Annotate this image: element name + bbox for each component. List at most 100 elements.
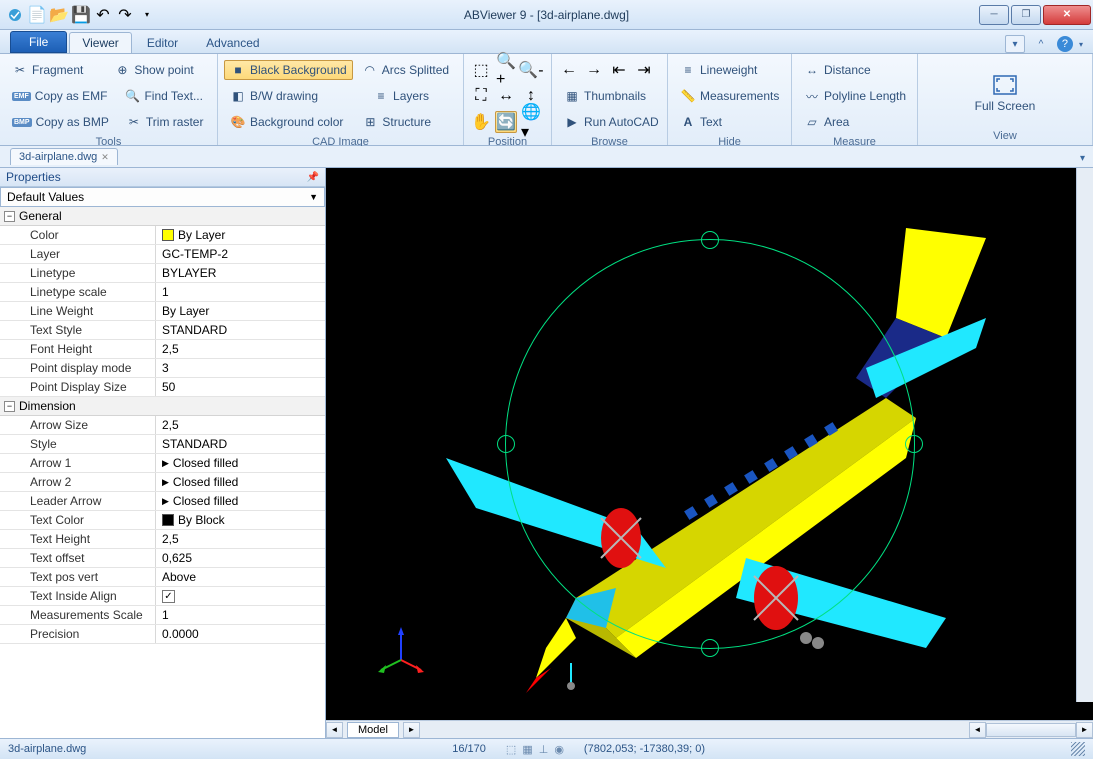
view-dropdown-icon[interactable]: 🌐▾ [520,111,542,133]
structure-button[interactable]: ⊞Structure [356,112,437,132]
tab-dropdown-icon[interactable]: ▾ [1080,153,1085,164]
property-row[interactable]: Text StyleSTANDARD [0,321,325,340]
hscroll-left-icon[interactable]: ◄ [969,722,986,738]
property-row[interactable]: Linetype scale1 [0,283,325,302]
property-value[interactable]: 50 [156,378,325,396]
fit-width-icon[interactable]: ↔ [495,85,517,107]
prev-icon[interactable]: ← [558,59,580,81]
property-row[interactable]: Leader Arrow▶Closed filled [0,492,325,511]
tab-scroll-right-icon[interactable]: ► [403,722,420,738]
property-value[interactable]: 0.0000 [156,625,325,643]
bw-drawing-button[interactable]: ◧B/W drawing [224,86,324,106]
file-menu[interactable]: File [10,31,67,53]
undo-icon[interactable]: ↶ [94,6,112,24]
measurements-button[interactable]: 📏Measurements [674,86,785,106]
model-tab[interactable]: Model [347,722,399,738]
collapse-ribbon-icon[interactable]: ^ [1031,35,1051,53]
property-value[interactable]: Above [156,568,325,586]
property-row[interactable]: Measurements Scale1 [0,606,325,625]
property-value[interactable]: ▶Closed filled [156,454,325,472]
section-dimension[interactable]: − Dimension [0,397,325,416]
properties-combo[interactable]: Default Values ▼ [0,187,325,207]
vertical-scrollbar[interactable] [1076,168,1093,702]
show-point-button[interactable]: ⊕Show point [108,60,199,80]
property-row[interactable]: ColorBy Layer [0,226,325,245]
property-value[interactable]: BYLAYER [156,264,325,282]
property-value[interactable]: ▶Closed filled [156,492,325,510]
property-value[interactable]: By Block [156,511,325,529]
viewport-3d[interactable] [326,168,1093,720]
tab-advanced[interactable]: Advanced [193,32,272,53]
property-row[interactable]: Text ColorBy Block [0,511,325,530]
area-button[interactable]: ▱Area [798,112,855,132]
maximize-button[interactable]: ❐ [1011,5,1041,25]
find-text-button[interactable]: 🔍Find Text... [118,86,208,106]
resize-grip[interactable] [1071,742,1085,756]
grid-icon[interactable]: ▦ [522,743,532,756]
property-row[interactable]: Font Height2,5 [0,340,325,359]
snap-icon[interactable]: ⬚ [506,743,516,756]
first-icon[interactable]: ⇤ [608,59,630,81]
checkbox[interactable]: ✓ [162,590,175,603]
copy-bmp-button[interactable]: BMPCopy as BMP [6,113,115,131]
black-background-button[interactable]: ■Black Background [224,60,353,80]
property-row[interactable]: Text Height2,5 [0,530,325,549]
zoom-in-icon[interactable]: 🔍+ [495,59,517,81]
lineweight-button[interactable]: ≡Lineweight [674,60,763,80]
property-row[interactable]: LayerGC-TEMP-2 [0,245,325,264]
hscroll-right-icon[interactable]: ► [1076,722,1093,738]
hide-text-button[interactable]: AText [674,112,728,132]
property-value[interactable]: By Layer [156,226,325,244]
property-row[interactable]: Line WeightBy Layer [0,302,325,321]
property-value[interactable]: 1 [156,283,325,301]
property-value[interactable]: By Layer [156,302,325,320]
doc-tab-active[interactable]: 3d-airplane.dwg ✕ [10,148,118,165]
property-value[interactable]: ▶Closed filled [156,473,325,491]
property-row[interactable]: Precision0.0000 [0,625,325,644]
property-row[interactable]: Text offset0,625 [0,549,325,568]
property-value[interactable]: 1 [156,606,325,624]
property-row[interactable]: Point Display Size50 [0,378,325,397]
property-row[interactable]: Point display mode3 [0,359,325,378]
next-icon[interactable]: → [583,59,605,81]
property-value[interactable]: 2,5 [156,530,325,548]
arcs-splitted-button[interactable]: ◠Arcs Splitted [356,60,455,80]
property-row[interactable]: StyleSTANDARD [0,435,325,454]
copy-emf-button[interactable]: EMFCopy as EMF [6,87,113,105]
section-general[interactable]: − General [0,207,325,226]
property-value[interactable]: 2,5 [156,416,325,434]
full-screen-button[interactable]: Full Screen [965,69,1046,117]
polar-icon[interactable]: ◉ [554,743,564,756]
orbit-icon[interactable]: 🔄 [495,111,517,133]
property-value[interactable]: GC-TEMP-2 [156,245,325,263]
orbit-handle-top[interactable] [701,231,719,249]
app-icon[interactable] [6,6,24,24]
ortho-icon[interactable]: ⊥ [539,743,549,756]
pan-icon[interactable]: ✋ [470,111,492,133]
open-icon[interactable]: 📂 [50,6,68,24]
save-icon[interactable]: 💾 [72,6,90,24]
property-value[interactable]: ✓ [156,587,325,605]
tab-scroll-left-icon[interactable]: ◄ [326,722,343,738]
window-list-icon[interactable]: ▾ [1005,35,1025,53]
thumbnails-button[interactable]: ▦Thumbnails [558,86,652,106]
zoom-out-icon[interactable]: 🔍- [520,59,542,81]
property-value[interactable]: STANDARD [156,435,325,453]
minimize-button[interactable]: ─ [979,5,1009,25]
tab-viewer[interactable]: Viewer [69,32,131,53]
pin-icon[interactable]: 📌 [307,172,319,183]
hscroll-thumb[interactable] [986,723,1076,737]
property-value[interactable]: 2,5 [156,340,325,358]
orbit-handle-bottom[interactable] [701,639,719,657]
property-value[interactable]: 3 [156,359,325,377]
property-value[interactable]: 0,625 [156,549,325,567]
fragment-button[interactable]: ✂Fragment [6,60,89,80]
orbit-handle-left[interactable] [497,435,515,453]
property-row[interactable]: Text Inside Align✓ [0,587,325,606]
property-row[interactable]: Text pos vertAbove [0,568,325,587]
orbit-handle-right[interactable] [905,435,923,453]
polyline-length-button[interactable]: 〰Polyline Length [798,86,912,106]
property-row[interactable]: Arrow 1▶Closed filled [0,454,325,473]
close-button[interactable]: ✕ [1043,5,1091,25]
property-row[interactable]: Arrow 2▶Closed filled [0,473,325,492]
